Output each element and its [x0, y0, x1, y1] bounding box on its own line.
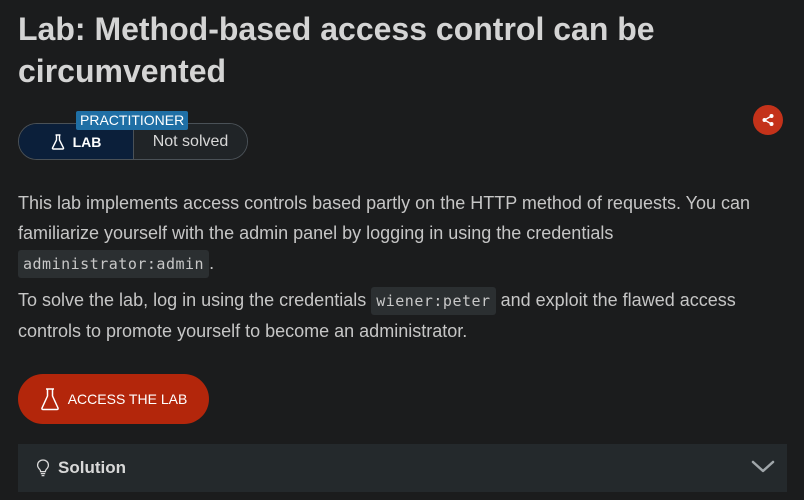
description-paragraph: To solve the lab, log in using the crede… — [18, 285, 786, 346]
level-badge: PRACTITIONER — [76, 111, 189, 130]
share-button[interactable] — [753, 105, 783, 135]
share-icon — [762, 114, 774, 126]
page-title: Lab: Method-based access control can be … — [18, 11, 655, 89]
chevron-down-icon[interactable] — [751, 458, 775, 474]
description-paragraph: This lab implements access controls base… — [18, 188, 786, 279]
lab-page: Lab: Method-based access control can be … — [0, 0, 804, 500]
description-text: . — [209, 253, 215, 273]
lab-tag-label: LAB — [72, 133, 102, 150]
access-lab-button[interactable]: ACCESS THE LAB — [18, 374, 209, 424]
description-text: This lab implements access controls base… — [18, 193, 751, 243]
lightbulb-icon — [36, 459, 50, 477]
access-lab-label: ACCESS THE LAB — [67, 391, 188, 407]
solution-label: Solution — [58, 458, 126, 477]
description-text: To solve the lab, log in using the crede… — [18, 290, 372, 310]
flask-icon — [40, 388, 59, 411]
lab-description: This lab implements access controls base… — [18, 188, 786, 352]
solution-toggle[interactable]: Solution — [18, 444, 787, 492]
user-credentials-code: wiener:peter — [371, 287, 496, 315]
admin-credentials-code: administrator:admin — [18, 250, 210, 278]
flask-icon — [51, 133, 64, 150]
